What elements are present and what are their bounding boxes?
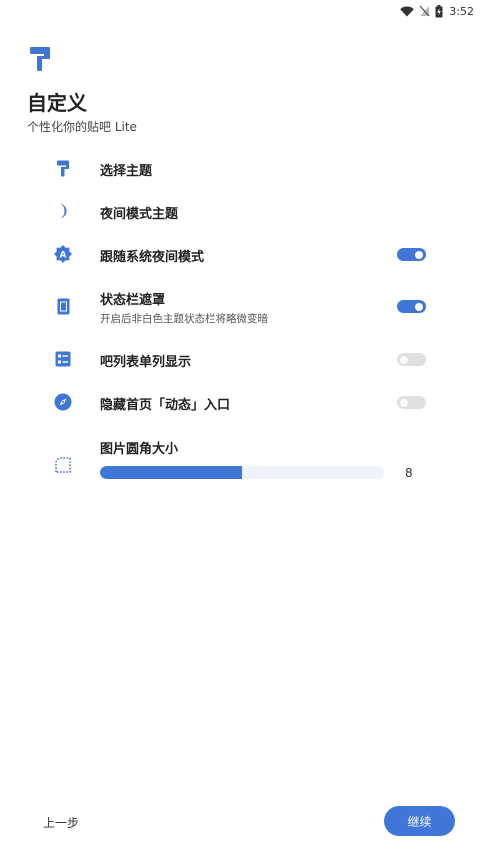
moon-icon: [54, 202, 72, 220]
back-button[interactable]: 上一步: [43, 814, 79, 831]
toggle-knob: [415, 250, 423, 259]
setting-theme[interactable]: 选择主题: [0, 150, 480, 186]
slider-fill: [100, 466, 242, 479]
battery-charging-icon: [435, 4, 443, 17]
status-icons: 3:52: [400, 3, 474, 19]
setting-single-column[interactable]: 吧列表单列显示: [0, 341, 480, 377]
status-bar: 3:52: [0, 0, 480, 22]
setting-theme-label: 选择主题: [100, 164, 153, 179]
setting-hide-dynamic-label: 隐藏首页「动态」入口: [100, 398, 231, 413]
status-time: 3:52: [449, 4, 474, 18]
setting-status-bar-mask-description: 开启后非白色主题状态栏将略微变暗: [100, 313, 268, 325]
setting-follow-system[interactable]: A 跟随系统夜间模式: [0, 236, 480, 272]
page-subtitle: 个性化你的贴吧 Lite: [27, 120, 137, 134]
image-radius-value: 8: [405, 466, 413, 480]
setting-follow-system-label: 跟随系统夜间模式: [100, 250, 205, 265]
page-title: 自定义: [27, 91, 87, 115]
setting-single-column-label: 吧列表单列显示: [100, 355, 192, 370]
rounded-corner-icon: [54, 456, 72, 474]
svg-text:A: A: [60, 251, 67, 261]
list-icon: [54, 350, 72, 368]
paint-roller-icon: [30, 47, 50, 71]
setting-night-theme[interactable]: 夜间模式主题: [0, 193, 480, 229]
hide-dynamic-toggle[interactable]: [397, 396, 426, 409]
setting-status-bar-mask-label: 状态栏遮罩: [100, 293, 166, 308]
auto-brightness-icon: A: [54, 245, 72, 263]
setting-hide-dynamic[interactable]: 隐藏首页「动态」入口: [0, 384, 480, 420]
toggle-knob: [415, 302, 423, 311]
compass-icon: [54, 393, 72, 411]
single-column-toggle[interactable]: [397, 353, 426, 366]
setting-status-bar-mask[interactable]: 状态栏遮罩 开启后非白色主题状态栏将略微变暗: [0, 283, 480, 329]
follow-system-toggle[interactable]: [397, 248, 426, 261]
wifi-icon: [400, 6, 415, 17]
toggle-knob: [400, 355, 408, 364]
toggle-knob: [400, 398, 408, 407]
status-bar-mask-toggle[interactable]: [397, 300, 426, 313]
phone-icon: [54, 297, 72, 315]
image-radius-slider[interactable]: [100, 466, 384, 479]
setting-night-theme-label: 夜间模式主题: [100, 207, 179, 222]
setting-image-radius: 图片圆角大小: [0, 430, 480, 490]
no-signal-icon: [419, 5, 430, 17]
paint-roller-icon: [54, 159, 72, 177]
setting-image-radius-label: 图片圆角大小: [100, 442, 179, 457]
continue-button[interactable]: 继续: [384, 806, 455, 836]
